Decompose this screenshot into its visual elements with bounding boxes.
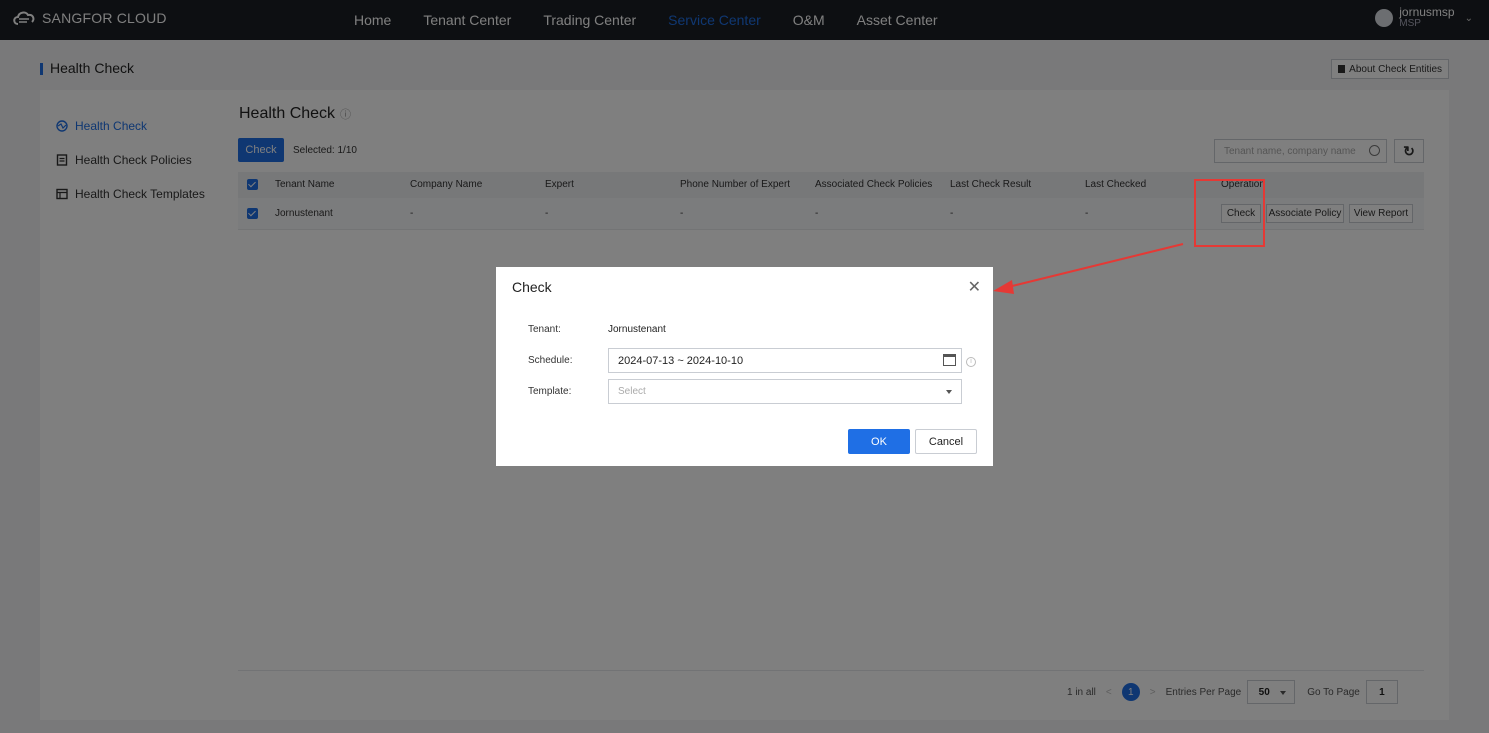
info-icon[interactable]: i (966, 357, 976, 367)
schedule-date-range-input[interactable]: 2024-07-13 ~ 2024-10-10 (608, 348, 962, 373)
check-dialog: Check ✕ Tenant: Jornustenant Schedule: 2… (496, 267, 993, 466)
template-label: Template: (528, 386, 572, 397)
tenant-value: Jornustenant (608, 324, 666, 335)
calendar-icon[interactable] (943, 354, 956, 366)
close-icon[interactable]: ✕ (968, 277, 981, 297)
tenant-label: Tenant: (528, 324, 561, 335)
dialog-title: Check (512, 279, 552, 295)
template-select[interactable]: Select (608, 379, 962, 404)
annotation-highlight-box (1194, 179, 1265, 247)
ok-button[interactable]: OK (848, 429, 910, 454)
schedule-value: 2024-07-13 ~ 2024-10-10 (618, 354, 744, 367)
caret-down-icon (946, 390, 952, 394)
schedule-label: Schedule: (528, 355, 573, 366)
template-placeholder: Select (618, 386, 646, 397)
cancel-button[interactable]: Cancel (915, 429, 977, 454)
